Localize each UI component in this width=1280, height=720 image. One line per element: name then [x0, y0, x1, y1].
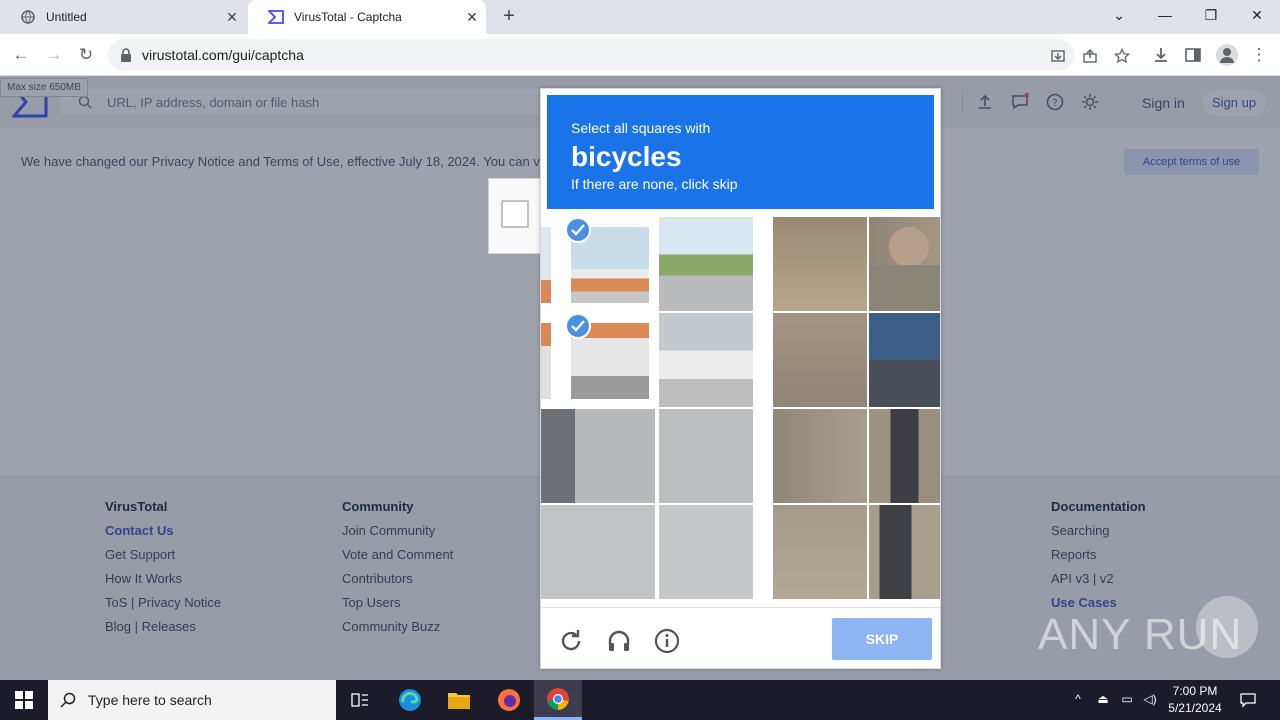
captcha-tile[interactable] [867, 407, 940, 505]
tab-untitled[interactable]: Untitled ✕ [0, 0, 246, 34]
captcha-tile[interactable] [867, 311, 940, 409]
edge-browser-icon[interactable] [386, 680, 434, 720]
usb-device-icon[interactable]: ⏏ [1095, 692, 1111, 708]
side-panel-icon[interactable] [1184, 46, 1202, 64]
clock-date: 5/21/2024 [1168, 701, 1222, 715]
captcha-tile[interactable] [541, 215, 657, 313]
volume-icon[interactable]: ◁) [1142, 692, 1158, 708]
virustotal-logo-icon [268, 9, 284, 25]
notification-center-icon[interactable] [1240, 692, 1256, 708]
captcha-tile[interactable] [541, 407, 657, 505]
file-explorer-icon[interactable] [435, 680, 483, 720]
url-text: virustotal.com/gui/captcha [142, 47, 304, 63]
network-icon[interactable]: ▭ [1119, 692, 1135, 708]
firefox-icon[interactable] [485, 680, 533, 720]
captcha-tile[interactable] [657, 311, 755, 409]
browser-tab-bar: Untitled ✕ VirusTotal - Captcha ✕ + ⌄ — … [0, 0, 1280, 34]
captcha-tile[interactable] [657, 215, 755, 313]
browser-toolbar: ← → ↻ virustotal.com/gui/captcha ⋮ [0, 34, 1280, 76]
kebab-menu-icon[interactable]: ⋮ [1248, 44, 1270, 66]
captcha-checkbox[interactable] [501, 200, 529, 228]
clock-time: 7:00 PM [1172, 684, 1218, 698]
captcha-tile[interactable] [771, 311, 869, 409]
selected-check-icon [565, 313, 591, 339]
captcha-tile[interactable] [771, 215, 869, 313]
back-arrow-icon[interactable]: ← [10, 44, 32, 66]
instruction-keyword: bicycles [571, 141, 682, 172]
download-icon[interactable] [1152, 46, 1170, 64]
minimize-button[interactable]: — [1142, 0, 1188, 30]
windows-taskbar: Type here to search ^ ⏏ ▭ ◁) 7:00 PM 5/2… [0, 680, 1280, 720]
tab-virustotal-captcha[interactable]: VirusTotal - Captcha ✕ [248, 0, 486, 34]
captcha-tile[interactable] [867, 215, 940, 313]
captcha-tile[interactable] [867, 503, 940, 601]
captcha-tile[interactable] [657, 407, 755, 505]
address-bar[interactable]: virustotal.com/gui/captcha [108, 39, 1130, 71]
selected-check-icon [565, 217, 591, 243]
share-icon[interactable] [1082, 48, 1098, 64]
forward-arrow-icon[interactable]: → [43, 44, 65, 66]
windows-start-icon[interactable] [0, 680, 48, 720]
close-tab-icon[interactable]: ✕ [224, 9, 240, 25]
skip-button[interactable]: SKIP [832, 618, 932, 660]
new-tab-button[interactable]: + [498, 5, 520, 28]
tab-title: Untitled [46, 10, 87, 24]
search-icon [60, 692, 76, 708]
captcha-footer: SKIP [541, 607, 940, 668]
lock-icon [121, 48, 131, 62]
task-view-icon[interactable] [336, 680, 384, 720]
instruction-line: Select all squares with [571, 120, 711, 136]
captcha-tile[interactable] [541, 311, 657, 409]
chat-bubble-icon [1196, 596, 1258, 658]
info-icon[interactable] [654, 628, 680, 654]
captcha-challenge: Select all squares with bicycles If ther… [540, 88, 941, 669]
restore-button[interactable]: ❐ [1188, 0, 1234, 30]
audio-challenge-headphones-icon[interactable] [606, 628, 632, 654]
install-app-icon[interactable] [1050, 48, 1066, 64]
close-tab-icon[interactable]: ✕ [464, 9, 480, 25]
tray-chevron-up-icon[interactable]: ^ [1070, 692, 1086, 708]
captcha-instructions: Select all squares with bicycles If ther… [547, 95, 934, 209]
bookmark-star-icon[interactable] [1114, 48, 1130, 64]
chrome-icon[interactable] [534, 680, 582, 720]
tab-search-chevron-icon[interactable]: ⌄ [1096, 0, 1142, 30]
instruction-subline: If there are none, click skip [571, 176, 738, 192]
captcha-tile[interactable] [771, 407, 869, 505]
captcha-tile[interactable] [541, 503, 657, 601]
taskbar-clock[interactable]: 7:00 PM 5/21/2024 [1160, 683, 1230, 717]
reload-challenge-icon[interactable] [558, 628, 584, 654]
captcha-image-grid [541, 215, 940, 601]
taskbar-search-placeholder: Type here to search [88, 692, 212, 708]
taskbar-search-box[interactable]: Type here to search [48, 680, 336, 720]
profile-avatar-icon[interactable] [1216, 44, 1238, 66]
grid-divider [755, 215, 771, 601]
captcha-tile[interactable] [657, 503, 755, 601]
reload-icon[interactable]: ↻ [75, 44, 97, 66]
captcha-tile[interactable] [771, 503, 869, 601]
close-window-button[interactable]: ✕ [1234, 0, 1280, 30]
globe-icon [20, 9, 36, 25]
tab-title: VirusTotal - Captcha [294, 10, 402, 24]
